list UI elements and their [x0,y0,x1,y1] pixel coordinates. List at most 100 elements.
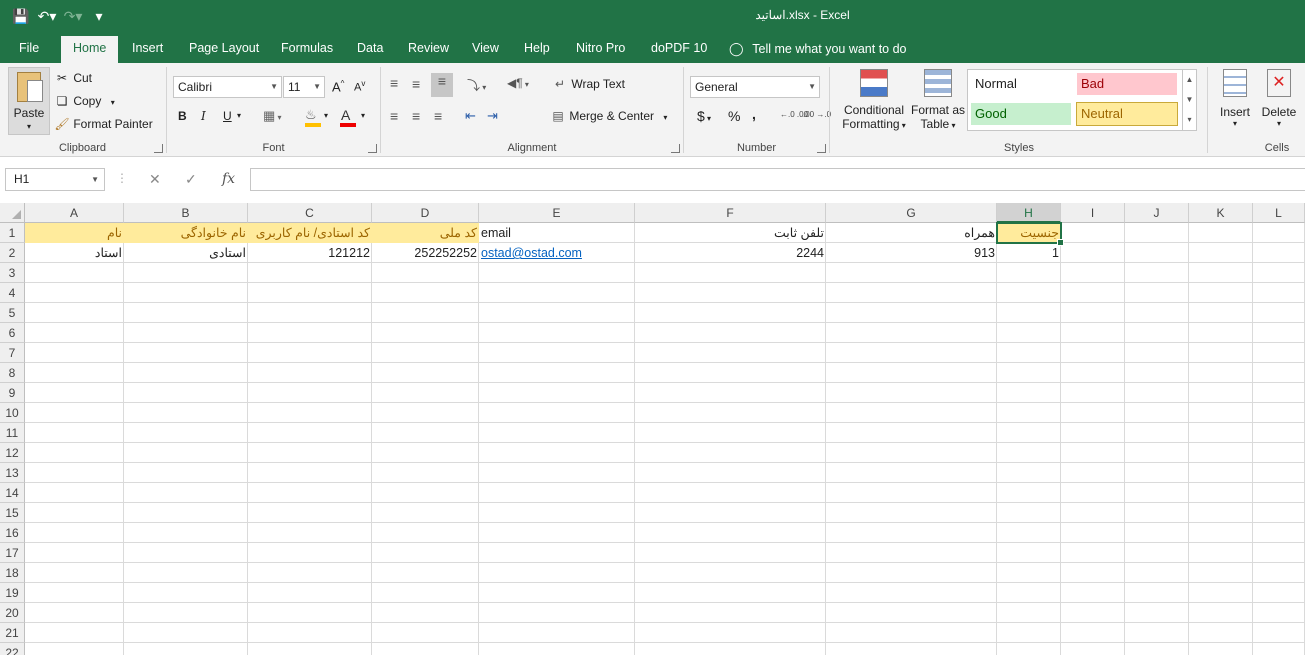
font-color-icon[interactable]: A [341,107,350,123]
column-header-h[interactable]: H [997,203,1061,223]
style-good[interactable]: Good [971,103,1071,125]
cell-f2[interactable]: 2244 [635,243,826,263]
align-right-icon[interactable]: ≡ [434,108,442,124]
row-header-5[interactable]: 5 [0,303,25,323]
align-left-icon[interactable]: ≡ [390,108,398,124]
alignment-launcher-icon[interactable] [671,144,680,153]
row-header-17[interactable]: 17 [0,543,25,563]
underline-dropdown-icon[interactable]: ▾ [237,111,241,120]
align-bottom-icon[interactable]: ≡ [431,73,453,97]
decrease-decimal-button[interactable]: .00 →.0 [803,110,831,119]
column-header-l[interactable]: L [1253,203,1305,223]
increase-indent-icon[interactable]: ⇥ [487,108,498,124]
row-header-19[interactable]: 19 [0,583,25,603]
wrap-text-button[interactable]: ↵ Wrap Text [552,77,625,91]
row-header-18[interactable]: 18 [0,563,25,583]
clipboard-launcher-icon[interactable] [154,144,163,153]
row-header-1[interactable]: 1 [0,223,25,243]
column-header-e[interactable]: E [479,203,635,223]
row-header-7[interactable]: 7 [0,343,25,363]
row-header-15[interactable]: 15 [0,503,25,523]
row-header-11[interactable]: 11 [0,423,25,443]
active-cell-selection[interactable] [996,222,1064,246]
align-center-icon[interactable]: ≡ [412,108,420,124]
row-header-22[interactable]: 22 [0,643,25,655]
decrease-indent-icon[interactable]: ⇤ [465,108,476,124]
cell-b2[interactable]: استادی [124,243,248,263]
column-header-f[interactable]: F [635,203,826,223]
name-box[interactable]: H1 ▼ [5,168,105,191]
enter-icon[interactable]: ✓ [185,171,197,188]
row-header-2[interactable]: 2 [0,243,25,263]
fill-dropdown-icon[interactable]: ▾ [324,111,328,120]
font-color-dropdown-icon[interactable]: ▾ [361,111,365,120]
cell-h2[interactable]: 1 [997,243,1061,263]
row-header-10[interactable]: 10 [0,403,25,423]
bold-button[interactable]: B [178,109,187,123]
copy-button[interactable]: ❏ Copy ▾ [54,94,115,108]
format-painter-button[interactable]: 🖌 Format Painter [54,117,152,131]
column-header-k[interactable]: K [1189,203,1253,223]
tab-help[interactable]: Help [524,33,550,63]
row-header-12[interactable]: 12 [0,443,25,463]
tab-insert[interactable]: Insert [132,33,163,63]
formula-input[interactable] [250,168,1305,191]
format-as-table-button[interactable]: Format as Table ▾ [909,69,967,139]
font-name-select[interactable]: Calibri ▼ [173,76,282,98]
cell-d1[interactable]: کد ملی [372,223,479,243]
align-top-icon[interactable]: ≡ [390,75,398,91]
row-header-4[interactable]: 4 [0,283,25,303]
conditional-formatting-button[interactable]: Conditional Formatting ▾ [837,69,911,139]
font-launcher-icon[interactable] [368,144,377,153]
currency-button[interactable]: $ ▾ [697,108,711,124]
row-header-6[interactable]: 6 [0,323,25,343]
cell-e2-email-link[interactable]: ostad@ostad.com [479,243,635,263]
fill-color-icon[interactable]: ♨ [305,107,317,123]
tab-home[interactable]: Home [61,36,119,63]
text-direction-icon[interactable]: ◀¶ ▾ [507,76,529,90]
cut-button[interactable]: ✂ Cut [54,71,92,85]
row-header-20[interactable]: 20 [0,603,25,623]
cell-c2[interactable]: 121212 [248,243,372,263]
row-header-16[interactable]: 16 [0,523,25,543]
select-all-button[interactable] [0,203,25,223]
orientation-icon[interactable]: ⤵ ▾ [467,75,486,94]
column-header-j[interactable]: J [1125,203,1189,223]
row-header-14[interactable]: 14 [0,483,25,503]
tab-formulas[interactable]: Formulas [281,33,333,63]
tab-page-layout[interactable]: Page Layout [189,33,259,63]
row-header-13[interactable]: 13 [0,463,25,483]
tab-file[interactable]: File [19,33,39,63]
number-format-select[interactable]: General ▼ [690,76,820,98]
cell-d2[interactable]: 252252252 [372,243,479,263]
row-header-9[interactable]: 9 [0,383,25,403]
cell-b1[interactable]: نام خانوادگی [124,223,248,243]
tab-dopdf[interactable]: doPDF 10 [651,33,707,63]
cell-a1[interactable]: نام [25,223,124,243]
increase-font-icon[interactable]: A^ [332,79,344,94]
font-size-select[interactable]: 11 ▼ [283,76,325,98]
percent-button[interactable]: % [728,108,740,124]
column-header-d[interactable]: D [372,203,479,223]
tab-data[interactable]: Data [357,33,383,63]
row-header-3[interactable]: 3 [0,263,25,283]
column-header-g[interactable]: G [826,203,997,223]
cell-c1[interactable]: کد استادی/ نام کاربری [248,223,372,243]
cell-e1[interactable]: email [479,223,635,243]
gallery-scroll[interactable]: ▲ ▼ ▾ [1182,70,1196,130]
delete-cells-button[interactable]: ✕ Delete ▾ [1257,69,1301,128]
insert-function-icon[interactable]: fx [222,171,235,187]
style-neutral[interactable]: Neutral [1076,102,1178,126]
style-normal[interactable]: Normal [971,73,1071,95]
column-header-a[interactable]: A [25,203,124,223]
tell-me-box[interactable]: ◯ Tell me what you want to do [729,33,907,63]
tab-review[interactable]: Review [408,33,449,63]
tab-view[interactable]: View [472,33,499,63]
underline-button[interactable]: U [223,109,232,123]
insert-cells-button[interactable]: Insert ▾ [1213,69,1257,128]
decrease-font-icon[interactable]: Av [354,79,365,94]
borders-icon[interactable]: ▦ ▾ [263,108,282,124]
number-launcher-icon[interactable] [817,144,826,153]
paste-button[interactable]: Paste ▾ [8,67,50,135]
cell-a2[interactable]: استاد [25,243,124,263]
